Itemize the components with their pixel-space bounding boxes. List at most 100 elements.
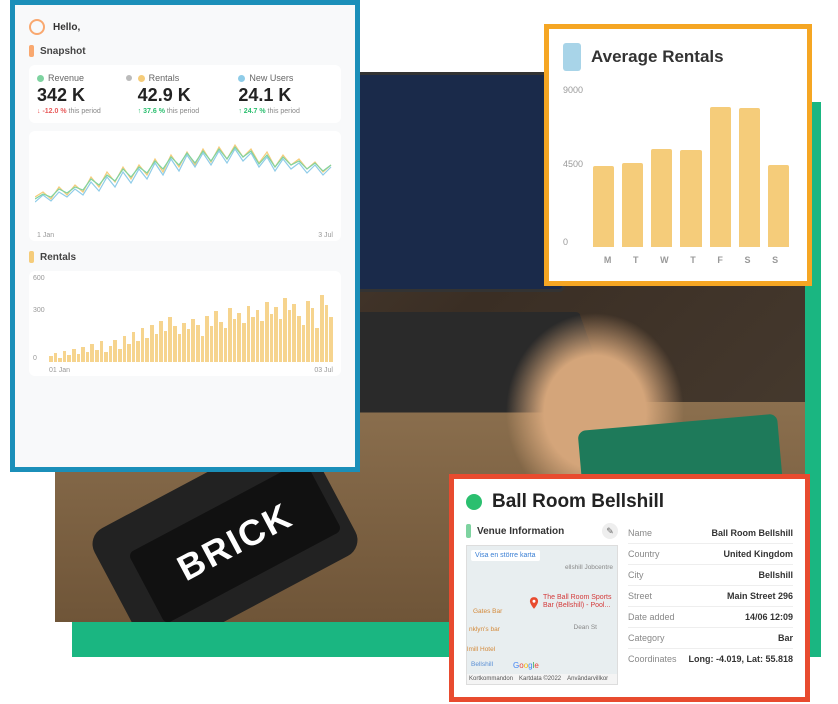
dot-icon [138,75,145,82]
map-expand-link[interactable]: Visa en större karta [471,550,540,561]
bar [187,329,191,362]
section-accent-icon [29,251,34,263]
bar [132,332,136,362]
map-footer-item[interactable]: Användarvillkor [567,676,608,682]
stat-revenue[interactable]: Revenue 342 K ↓ -12.0 % this period [37,73,132,115]
bar [260,321,264,362]
map-place-label: lmill Hotel [467,646,495,653]
bar [191,319,195,363]
bar [297,316,301,363]
bar [292,304,296,363]
bar [205,316,209,363]
info-icon[interactable] [126,75,132,81]
bar [141,328,145,362]
axis-label: 0 [563,237,568,247]
bar [95,350,99,362]
bar [109,346,113,363]
axis-label: 01 Jan [49,367,70,374]
bar [219,322,223,363]
bar [104,352,108,362]
rentals-bar-chart[interactable]: 600 300 0 01 Jan03 Jul [29,271,341,376]
bar [593,166,614,247]
bar [182,323,186,362]
info-value: United Kingdom [724,549,794,559]
edit-icon[interactable]: ✎ [602,523,618,539]
average-rentals-header: Average Rentals [563,43,793,71]
map-place-label: nklyn's bar [469,626,500,633]
bar [49,356,53,362]
snapshot-header: Snapshot [29,45,341,57]
avatar[interactable] [29,19,45,35]
axis-label: 9000 [563,85,583,95]
bar [58,358,62,363]
stat-change: ↓ -12.0 % this period [37,108,132,115]
stats-row: Revenue 342 K ↓ -12.0 % this period Rent… [29,65,341,123]
axis-label: 03 Jul [314,367,333,374]
venue-info-header: Venue Information ✎ [466,523,618,539]
stat-change: ↑ 24.7 % this period [238,108,333,115]
map-pin-icon [527,596,541,610]
bar [224,328,228,362]
bar [320,295,324,363]
rentals-header: Rentals [29,251,341,263]
bar [178,334,182,363]
bar [196,325,200,363]
dashboard-panel: Hello, Snapshot Revenue 342 K ↓ -12.0 % … [10,0,360,472]
map-footer-item[interactable]: Kortkommandon [469,676,513,682]
bar [90,344,94,362]
map-place-label: Bellshill [471,661,493,668]
bar [72,349,76,363]
bar [159,321,163,362]
bar [201,336,205,362]
bar [173,326,177,362]
bar [127,344,131,362]
bar [233,319,237,363]
google-logo: Google [513,661,539,670]
stat-label: New Users [249,73,293,83]
map-place-label: Gates Bar [473,608,502,615]
stat-change: ↑ 37.6 % this period [138,108,233,115]
bar [118,349,122,363]
venue-title: Ball Room Bellshill [492,491,664,513]
section-accent-icon [29,45,34,57]
average-rentals-panel: Average Rentals 9000 4500 0 MTWTFSS [544,24,812,286]
stat-new-users[interactable]: New Users 24.1 K ↑ 24.7 % this period [238,73,333,115]
axis-label: 1 Jan [37,232,54,239]
bar [81,347,85,362]
info-label: Category [628,633,665,643]
trend-chart[interactable]: 1 Jan3 Jul [29,131,341,241]
map-place-label: ellshill Jobcentre [565,564,613,571]
bar [145,338,149,362]
status-dot-icon [466,494,482,510]
stat-value: 24.1 K [238,85,333,106]
info-label: Coordinates [628,654,677,664]
axis-label: T [633,255,639,265]
map-footer: Kortkommandon Kartdata ©2022 Användarvil… [467,674,617,684]
stat-label: Revenue [48,73,84,83]
average-rentals-chart[interactable]: 9000 4500 0 MTWTFSS [563,85,793,265]
info-row: NameBall Room Bellshill [628,523,793,544]
stat-rentals[interactable]: Rentals 42.9 K ↑ 37.6 % this period [138,73,233,115]
bar [710,107,731,247]
bar [63,351,67,362]
rentals-title: Rentals [40,252,76,263]
axis-label: S [772,255,778,265]
bar [228,308,232,362]
info-value: Long: -4.019, Lat: 55.818 [688,654,793,664]
venue-map[interactable]: Visa en större karta ellshill Jobcentre … [466,545,618,685]
section-accent-icon [466,524,471,538]
bar [136,341,140,362]
line-chart-icon [35,137,335,225]
bar [113,340,117,363]
info-value: Bar [778,633,793,643]
bar [77,354,81,362]
chart-swatch-icon [563,43,581,71]
info-label: Country [628,549,660,559]
info-label: Name [628,528,652,538]
dot-icon [238,75,245,82]
map-place-label: Dean St [574,624,598,631]
info-row: Date added14/06 12:09 [628,607,793,628]
bar [311,308,315,362]
bar [622,163,643,247]
axis-label: F [717,255,723,265]
